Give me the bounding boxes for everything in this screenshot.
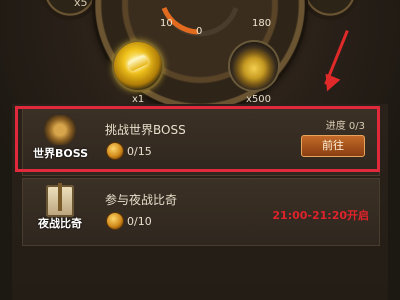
task-value: 0/15 [127, 145, 152, 158]
dragon-emblem-icon [44, 115, 76, 145]
task-value: 0/10 [127, 215, 152, 228]
gauge-min-label: 10 [160, 18, 173, 29]
go-button[interactable]: 前往 [301, 135, 365, 157]
task-title: 参与夜战比奇 [105, 193, 178, 207]
task-title: 挑战世界BOSS [105, 123, 186, 137]
night-battle-badge: 夜战比奇 [33, 183, 87, 241]
coin-icon [107, 213, 123, 229]
event-time: 21:00-21:20开启 [272, 209, 369, 222]
top-left-count: x5 [74, 0, 88, 9]
task-row-world-boss[interactable]: 世界BOSS 挑战世界BOSS 0/15 进度 0/3 前往 [22, 108, 380, 176]
gold-bag-icon[interactable] [230, 42, 278, 90]
badge-label: 世界BOSS [33, 147, 89, 160]
sword-icon [58, 183, 62, 211]
coin-icon [107, 143, 123, 159]
world-boss-badge: 世界BOSS [33, 113, 89, 171]
gold-bar-icon[interactable] [114, 42, 162, 90]
task-row-night-battle[interactable]: 夜战比奇 参与夜战比奇 0/10 21:00-21:20开启 [22, 178, 380, 246]
gauge-current-label: 0 [196, 26, 203, 37]
gauge-max-label: 180 [252, 18, 272, 29]
task-progress: 进度 0/3 [325, 121, 365, 132]
badge-label: 夜战比奇 [38, 217, 82, 230]
